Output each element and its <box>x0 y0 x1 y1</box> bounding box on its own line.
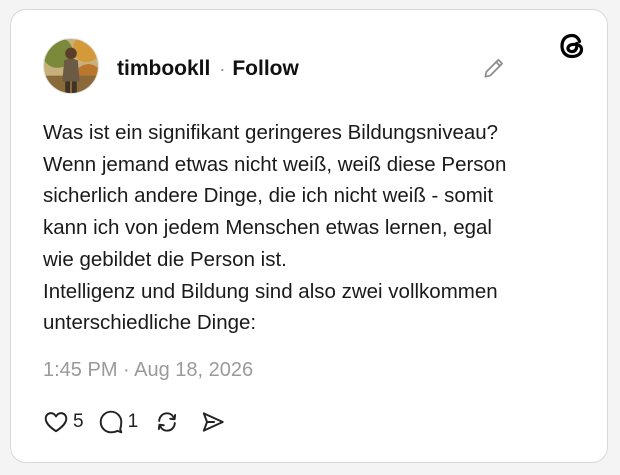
username-link[interactable]: timbookll <box>117 57 210 81</box>
post-text-line: unterschiedliche Dinge: <box>43 311 257 335</box>
reply-button[interactable]: 1 <box>98 409 139 435</box>
heart-icon <box>43 409 69 435</box>
avatar[interactable] <box>43 38 99 94</box>
repost-button[interactable] <box>154 409 180 435</box>
pencil-icon[interactable] <box>481 55 507 81</box>
like-count: 5 <box>73 411 84 432</box>
post-text-line: sicherlich andere Dinge, die ich nicht w… <box>43 184 494 208</box>
send-icon <box>200 409 226 435</box>
post-timestamp[interactable]: 1:45 PM · Aug 18, 2026 <box>43 359 253 382</box>
post-text-line: kann ich von jedem Menschen etwas lernen… <box>43 216 492 240</box>
share-button[interactable] <box>200 409 226 435</box>
threads-post-card: timbookll · Follow Was ist ein signifika… <box>10 9 608 463</box>
post-text-line: Wenn jemand etwas nicht weiß, weiß diese… <box>43 152 507 176</box>
follow-button[interactable]: Follow <box>232 57 299 81</box>
threads-logo-icon[interactable] <box>557 31 587 61</box>
reply-count: 1 <box>127 411 139 432</box>
post-body: Was ist ein signifikant geringeres Bildu… <box>43 117 583 339</box>
header-separator: · <box>219 58 226 79</box>
post-text-line: Intelligenz und Bildung sind also zwei v… <box>43 279 498 303</box>
post-text-line: wie gebildet die Person ist. <box>43 247 287 271</box>
avatar-photo <box>44 39 98 93</box>
comment-icon <box>98 409 124 435</box>
post-text-line: Was ist ein signifikant geringeres Bildu… <box>43 121 499 144</box>
post-header: timbookll · Follow <box>117 55 299 83</box>
post-actions: 5 1 <box>43 408 226 436</box>
repost-icon <box>154 409 180 435</box>
like-button[interactable]: 5 <box>43 409 84 435</box>
